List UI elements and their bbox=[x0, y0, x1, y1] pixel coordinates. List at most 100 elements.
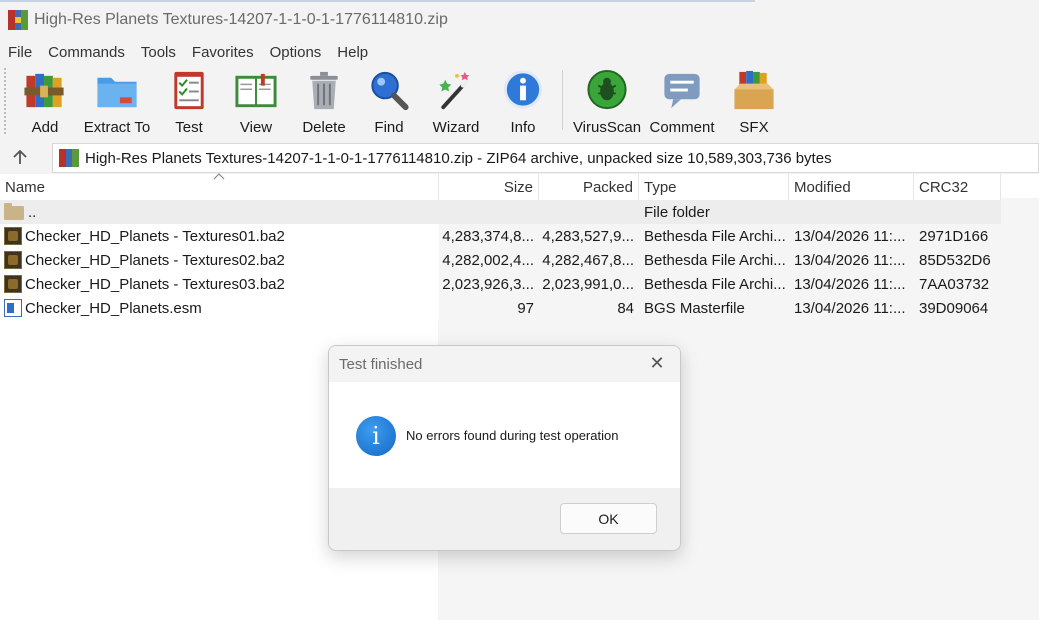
file-name-cell: Checker_HD_Planets.esm bbox=[0, 296, 439, 320]
menu-file[interactable]: File bbox=[0, 44, 40, 61]
ba2-file-icon bbox=[4, 275, 22, 293]
esm-file-icon bbox=[4, 299, 22, 317]
column-header-crc32-label: CRC32 bbox=[919, 178, 969, 196]
table-row[interactable]: Checker_HD_Planets - Textures01.ba2 4,28… bbox=[0, 224, 1001, 248]
file-modified-cell: 13/04/2026 11:... bbox=[794, 251, 906, 269]
up-arrow-icon bbox=[13, 149, 27, 164]
file-type-cell: Bethesda File Archi... bbox=[644, 275, 786, 293]
table-row[interactable]: Checker_HD_Planets.esm 97 84 BGS Masterf… bbox=[0, 296, 1001, 320]
info-button[interactable]: Info bbox=[490, 64, 556, 136]
add-archive-icon bbox=[24, 73, 64, 108]
file-type-cell: File folder bbox=[644, 203, 710, 221]
dialog-title-bar[interactable]: Test finished ✕ bbox=[329, 346, 680, 382]
info-icon bbox=[503, 70, 543, 109]
trash-delete-icon bbox=[310, 71, 338, 110]
file-name-cell: Checker_HD_Planets - Textures02.ba2 bbox=[0, 248, 439, 272]
test-button[interactable]: Test bbox=[158, 64, 220, 136]
archive-path-text: High-Res Planets Textures-14207-1-1-0-1-… bbox=[85, 149, 832, 167]
file-modified-cell bbox=[789, 200, 914, 224]
menu-help[interactable]: Help bbox=[329, 44, 376, 61]
file-type-cell: BGS Masterfile bbox=[644, 299, 745, 317]
up-folder-button[interactable] bbox=[0, 142, 40, 172]
folder-extract-icon bbox=[97, 77, 137, 108]
file-crc-cell: 39D09064 bbox=[919, 299, 989, 317]
view-button[interactable]: View bbox=[220, 64, 292, 136]
title-bar: High-Res Planets Textures-14207-1-1-0-1-… bbox=[0, 0, 1039, 40]
comment-button[interactable]: Comment bbox=[645, 64, 719, 136]
table-row[interactable]: .. File folder bbox=[0, 200, 1001, 224]
file-modified-cell: 13/04/2026 11:... bbox=[794, 299, 906, 317]
file-packed-cell: 2,023,991,0... bbox=[542, 275, 634, 293]
sfx-button[interactable]: SFX bbox=[719, 64, 789, 136]
wizard-label: Wizard bbox=[432, 119, 480, 136]
column-header-name-label: Name bbox=[5, 178, 46, 196]
file-size-cell bbox=[439, 200, 539, 224]
sfx-box-icon bbox=[734, 70, 774, 110]
dialog-message: No errors found during test operation bbox=[406, 428, 619, 443]
table-row[interactable]: Checker_HD_Planets - Textures02.ba2 4,28… bbox=[0, 248, 1001, 272]
file-name-cell: .. bbox=[0, 200, 439, 224]
delete-button[interactable]: Delete bbox=[292, 64, 356, 136]
toolbar: Add Extract To Test View Delete Find Wiz… bbox=[0, 64, 1039, 140]
ba2-file-icon bbox=[4, 227, 22, 245]
menu-options[interactable]: Options bbox=[262, 44, 330, 61]
virusscan-button[interactable]: VirusScan bbox=[569, 64, 645, 136]
file-crc-cell bbox=[914, 200, 1001, 224]
file-crc-cell: 7AA03732 bbox=[919, 275, 990, 293]
title-accent-line bbox=[0, 0, 755, 2]
file-name: Checker_HD_Planets - Textures01.ba2 bbox=[25, 227, 285, 245]
ba2-file-icon bbox=[4, 251, 22, 269]
file-crc-cell: 85D532D6 bbox=[919, 251, 991, 269]
comment-label: Comment bbox=[649, 119, 715, 136]
open-book-view-icon bbox=[235, 73, 277, 108]
file-type-cell: Bethesda File Archi... bbox=[644, 227, 786, 245]
dialog-footer: OK bbox=[329, 488, 680, 550]
file-name-cell: Checker_HD_Planets - Textures01.ba2 bbox=[0, 224, 439, 248]
archive-icon bbox=[59, 149, 79, 167]
toolbar-grip[interactable] bbox=[4, 68, 8, 134]
close-icon[interactable]: ✕ bbox=[648, 353, 666, 373]
winrar-app-icon bbox=[8, 10, 28, 30]
sort-ascending-icon bbox=[213, 173, 225, 180]
file-packed-cell: 4,283,527,9... bbox=[542, 227, 634, 245]
checklist-test-icon bbox=[174, 71, 204, 110]
file-size-cell: 2,023,926,3... bbox=[442, 275, 534, 293]
menu-favorites[interactable]: Favorites bbox=[184, 44, 262, 61]
file-modified-cell: 13/04/2026 11:... bbox=[794, 227, 906, 245]
address-bar: High-Res Planets Textures-14207-1-1-0-1-… bbox=[0, 140, 1039, 174]
file-name: Checker_HD_Planets - Textures03.ba2 bbox=[25, 275, 285, 293]
speech-bubble-comment-icon bbox=[664, 73, 700, 109]
column-header-packed[interactable]: Packed bbox=[539, 174, 639, 200]
menu-commands[interactable]: Commands bbox=[40, 44, 133, 61]
magnifier-find-icon bbox=[371, 71, 409, 111]
add-button[interactable]: Add bbox=[14, 64, 76, 136]
column-header-crc32[interactable]: CRC32 bbox=[914, 174, 1001, 200]
test-label: Test bbox=[175, 119, 203, 136]
ok-button[interactable]: OK bbox=[560, 503, 657, 534]
column-header-packed-label: Packed bbox=[582, 178, 633, 196]
file-name: Checker_HD_Planets - Textures02.ba2 bbox=[25, 251, 285, 269]
information-icon: i bbox=[356, 415, 396, 456]
window-title: High-Res Planets Textures-14207-1-1-0-1-… bbox=[34, 11, 448, 28]
toolbar-separator bbox=[562, 70, 563, 130]
dialog-title: Test finished bbox=[339, 355, 423, 373]
delete-label: Delete bbox=[302, 119, 346, 136]
file-size-cell: 4,282,002,4... bbox=[442, 251, 534, 269]
column-header-modified[interactable]: Modified bbox=[789, 174, 914, 200]
menu-tools[interactable]: Tools bbox=[133, 44, 184, 61]
column-header-modified-label: Modified bbox=[794, 178, 851, 196]
extract-to-button[interactable]: Extract To bbox=[76, 64, 158, 136]
column-header-size[interactable]: Size bbox=[439, 174, 539, 200]
test-finished-dialog: Test finished ✕ i No errors found during… bbox=[328, 345, 681, 551]
file-packed-cell bbox=[539, 200, 639, 224]
dialog-body: i No errors found during test operation bbox=[329, 382, 680, 489]
file-packed-cell: 4,282,467,8... bbox=[542, 251, 634, 269]
file-modified-cell: 13/04/2026 11:... bbox=[794, 275, 906, 293]
sfx-label: SFX bbox=[739, 119, 769, 136]
archive-path-field[interactable]: High-Res Planets Textures-14207-1-1-0-1-… bbox=[52, 143, 1039, 173]
file-size-cell: 4,283,374,8... bbox=[442, 227, 534, 245]
find-button[interactable]: Find bbox=[356, 64, 422, 136]
column-header-type[interactable]: Type bbox=[639, 174, 789, 200]
table-row[interactable]: Checker_HD_Planets - Textures03.ba2 2,02… bbox=[0, 272, 1001, 296]
wizard-button[interactable]: Wizard bbox=[422, 64, 490, 136]
